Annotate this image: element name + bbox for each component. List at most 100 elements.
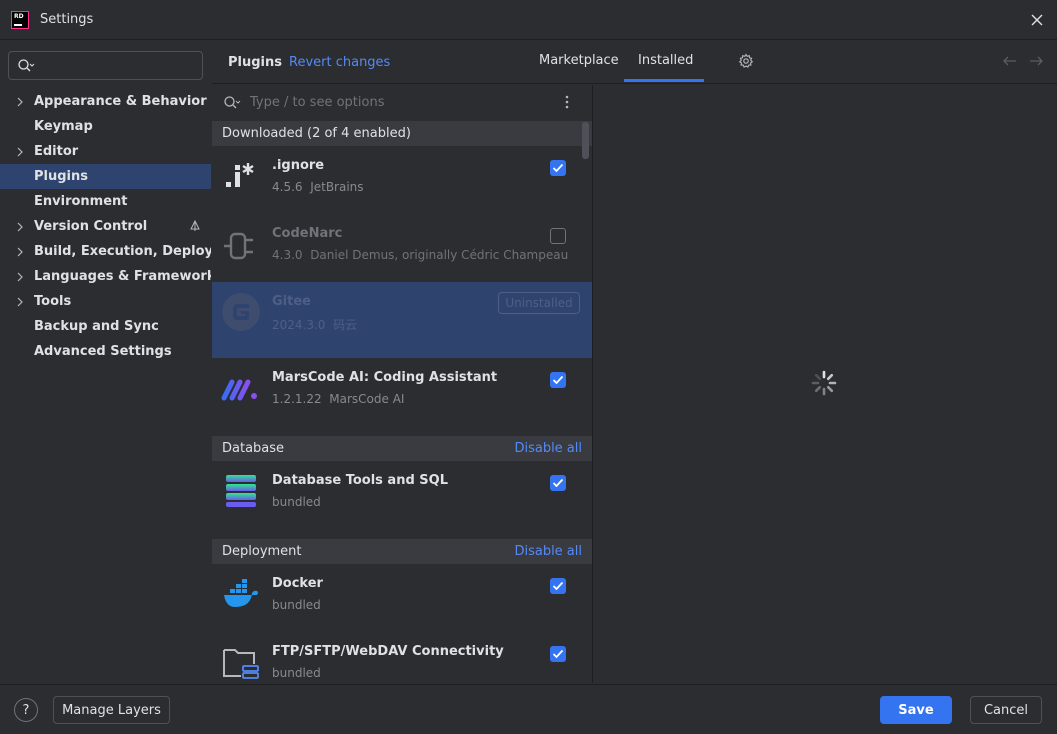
database-tools-icon <box>221 471 261 511</box>
plugin-version: 1.2.1.22 <box>272 392 322 406</box>
plugin-name: .ignore <box>272 158 325 173</box>
plugin-row-database-tools[interactable]: Database Tools and SQL bundled <box>212 461 592 537</box>
sidebar-item-languages[interactable]: Languages & Frameworks <box>0 264 211 289</box>
plugin-vendor: 码云 <box>333 318 358 332</box>
plugin-meta: 4.3.0 Daniel Demus, originally Cédric Ch… <box>272 248 568 262</box>
sidebar-item-label: Backup and Sync <box>34 319 159 334</box>
plugin-row-ftp[interactable]: FTP/SFTP/WebDAV Connectivity bundled <box>212 632 592 683</box>
plugin-name: Database Tools and SQL <box>272 473 448 488</box>
tab-marketplace[interactable]: Marketplace <box>539 53 619 68</box>
disable-all-link[interactable]: Disable all <box>514 544 582 559</box>
project-level-icon <box>189 219 201 236</box>
plugin-enabled-checkbox[interactable] <box>550 646 566 662</box>
sidebar-item-label: Keymap <box>34 119 93 134</box>
plugin-row-marscode[interactable]: MarsCode AI: Coding Assistant 1.2.1.22 M… <box>212 358 592 434</box>
sidebar-item-label: Plugins <box>34 169 88 184</box>
plugin-row-docker[interactable]: Docker bundled <box>212 564 592 640</box>
more-options-icon[interactable] <box>565 94 569 114</box>
plugin-meta: bundled <box>272 598 321 612</box>
sidebar-item-appearance[interactable]: Appearance & Behavior <box>0 89 211 114</box>
docker-whale-icon <box>221 574 261 614</box>
sidebar-item-keymap[interactable]: Keymap <box>0 114 211 139</box>
sidebar-item-plugins[interactable]: Plugins <box>0 164 211 189</box>
plugin-search-input[interactable]: Type / to see options <box>212 85 592 121</box>
window-title: Settings <box>40 12 94 27</box>
plugin-enabled-checkbox[interactable] <box>550 160 566 176</box>
sidebar-item-label: Environment <box>34 194 128 209</box>
dialog-footer: ? Manage Layers Save Cancel <box>0 684 1057 734</box>
plugin-detail-pane <box>594 85 1057 683</box>
uninstalled-badge: Uninstalled <box>498 292 580 314</box>
rider-logo-icon: RD <box>11 11 29 29</box>
section-deployment: Deployment Disable all <box>212 539 592 564</box>
disable-all-link[interactable]: Disable all <box>514 441 582 456</box>
sidebar-item-tools[interactable]: Tools <box>0 289 211 314</box>
chevron-right-icon[interactable] <box>16 246 24 261</box>
plugin-version: 4.5.6 <box>272 180 303 194</box>
ignore-plugin-icon <box>221 156 261 196</box>
plugins-header: Plugins Revert changes Marketplace Insta… <box>212 41 1057 84</box>
sidebar-item-build[interactable]: Build, Execution, Deployment <box>0 239 211 264</box>
plugin-name: Docker <box>272 576 323 591</box>
gear-icon[interactable] <box>738 53 754 73</box>
forward-arrow-icon[interactable] <box>1029 55 1043 70</box>
plugin-meta: 4.5.6 JetBrains <box>272 180 364 194</box>
sidebar-item-label: Tools <box>34 294 72 309</box>
plugin-name: FTP/SFTP/WebDAV Connectivity <box>272 644 504 659</box>
sidebar-item-version-control[interactable]: Version Control <box>0 214 211 239</box>
chevron-right-icon[interactable] <box>16 296 24 311</box>
sidebar-item-backup[interactable]: Backup and Sync <box>0 314 211 339</box>
plugin-enabled-checkbox[interactable] <box>550 475 566 491</box>
chevron-right-icon[interactable] <box>16 271 24 286</box>
sidebar-item-label: Languages & Frameworks <box>34 269 211 284</box>
section-label: Deployment <box>222 544 302 559</box>
back-arrow-icon[interactable] <box>1003 55 1017 70</box>
search-icon <box>17 58 35 78</box>
section-label: Database <box>222 441 285 456</box>
plugin-meta: bundled <box>272 666 321 680</box>
plugin-row-codenarc[interactable]: CodeNarc 4.3.0 Daniel Demus, originally … <box>212 214 592 290</box>
section-label: Downloaded (2 of 4 enabled) <box>222 126 411 141</box>
plugin-enabled-checkbox[interactable] <box>550 228 566 244</box>
plugin-row-gitee[interactable]: Gitee 2024.3.0 码云 Uninstalled <box>212 282 592 358</box>
plugin-row-ignore[interactable]: .ignore 4.5.6 JetBrains <box>212 146 592 222</box>
plugin-enabled-checkbox[interactable] <box>550 578 566 594</box>
plugin-name: CodeNarc <box>272 226 343 241</box>
remote-folder-icon <box>221 642 261 682</box>
plugin-version: 4.3.0 <box>272 248 303 262</box>
revert-changes-link[interactable]: Revert changes <box>289 55 390 70</box>
active-tab-indicator <box>624 79 704 82</box>
sidebar-item-environment[interactable]: Environment <box>0 189 211 214</box>
sidebar-item-editor[interactable]: Editor <box>0 139 211 164</box>
help-button[interactable]: ? <box>14 698 38 722</box>
sidebar-item-label: Build, Execution, Deployment <box>34 244 211 259</box>
sidebar-item-label: Advanced Settings <box>34 344 172 359</box>
chevron-right-icon[interactable] <box>16 146 24 161</box>
plugin-plug-icon <box>221 224 261 264</box>
plugin-enabled-checkbox[interactable] <box>550 372 566 388</box>
plugin-vendor: JetBrains <box>310 180 364 194</box>
close-icon[interactable] <box>1027 10 1047 30</box>
plugin-meta: 2024.3.0 码云 <box>272 316 357 333</box>
list-scrollbar[interactable] <box>582 122 589 159</box>
settings-search-input[interactable] <box>8 51 203 80</box>
chevron-right-icon[interactable] <box>16 96 24 111</box>
search-placeholder: Type / to see options <box>250 95 385 110</box>
tab-installed[interactable]: Installed <box>638 53 693 68</box>
sidebar-item-label: Editor <box>34 144 79 159</box>
loading-spinner-icon <box>810 369 838 401</box>
cancel-button[interactable]: Cancel <box>970 696 1042 724</box>
section-database: Database Disable all <box>212 436 592 461</box>
search-icon <box>223 95 241 115</box>
plugin-name: Gitee <box>272 294 311 309</box>
page-title: Plugins <box>228 55 282 70</box>
chevron-right-icon[interactable] <box>16 221 24 236</box>
plugin-meta: bundled <box>272 495 321 509</box>
save-button[interactable]: Save <box>880 696 952 724</box>
manage-layers-button[interactable]: Manage Layers <box>53 696 170 724</box>
plugin-list: Type / to see options Downloaded (2 of 4… <box>212 85 593 683</box>
sidebar-item-advanced[interactable]: Advanced Settings <box>0 339 211 364</box>
plugin-name: MarsCode AI: Coding Assistant <box>272 370 498 385</box>
settings-tree: Appearance & Behavior Keymap Editor Plug… <box>0 89 211 364</box>
plugin-vendor: Daniel Demus, originally Cédric Champeau <box>310 248 569 262</box>
